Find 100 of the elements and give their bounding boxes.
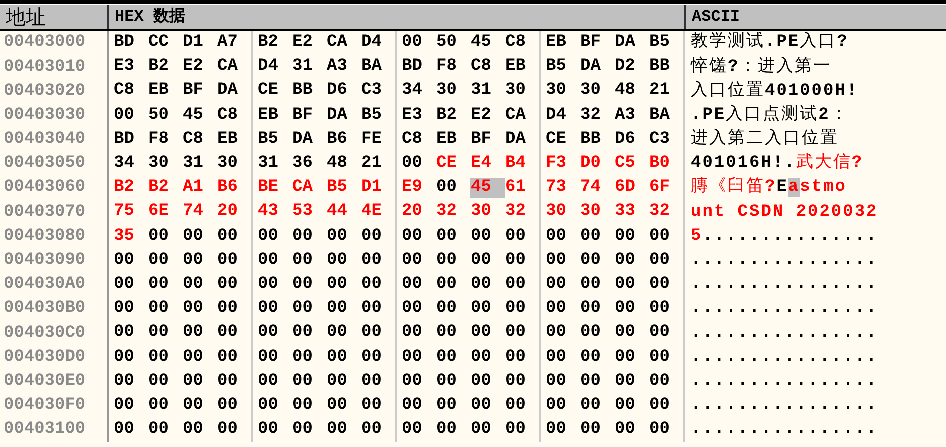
hex-byte: 00 bbox=[182, 348, 204, 368]
hex-byte: A3 bbox=[614, 106, 636, 126]
hex-byte: 36 bbox=[292, 154, 314, 174]
hex-byte: D6 bbox=[326, 81, 348, 102]
hex-byte: 45 bbox=[470, 178, 504, 198]
hex-byte: EB bbox=[257, 106, 280, 126]
hex-byte: 00 bbox=[648, 299, 671, 320]
hex-byte: 33 bbox=[614, 202, 636, 222]
hex-byte: 75 bbox=[113, 202, 136, 222]
hex-byte: B2 bbox=[113, 178, 136, 198]
hex-byte: B6 bbox=[326, 130, 348, 150]
hex-byte: 00 bbox=[292, 274, 314, 295]
hex-byte: 00 bbox=[216, 250, 239, 271]
hex-byte: 00 bbox=[292, 396, 314, 416]
hex-byte: 00 bbox=[470, 299, 492, 320]
hex-byte: 00 bbox=[648, 250, 671, 271]
hex-byte: 00 bbox=[436, 372, 458, 392]
hex-byte: 73 bbox=[545, 178, 568, 198]
hex-byte: DA bbox=[614, 33, 636, 54]
ascii-text: ................ bbox=[691, 348, 878, 367]
hex-byte: 00 bbox=[401, 226, 424, 247]
hex-byte: C3 bbox=[360, 81, 383, 102]
hex-byte: 00 bbox=[326, 226, 348, 247]
ascii-text: stmo bbox=[800, 178, 847, 198]
address-cell: 00403010 bbox=[0, 55, 109, 80]
hex-byte: 00 bbox=[545, 274, 568, 295]
hex-byte: D4 bbox=[545, 106, 568, 126]
ascii-text: E bbox=[776, 178, 788, 198]
ascii-text: 进入第二入口位置 bbox=[691, 130, 839, 150]
ascii-text: 5 bbox=[691, 226, 703, 246]
hex-byte: BF bbox=[580, 33, 602, 54]
hex-byte: D4 bbox=[257, 57, 280, 78]
hex-byte: 00 bbox=[182, 299, 204, 320]
hex-byte: EB bbox=[545, 33, 568, 54]
hex-byte: C8 bbox=[113, 81, 136, 102]
hex-byte: B5 bbox=[648, 33, 671, 54]
address-cell: 004030C0 bbox=[0, 321, 109, 346]
hex-byte: 00 bbox=[401, 154, 424, 174]
hex-byte: B2 bbox=[148, 57, 170, 78]
address-cell: 00403050 bbox=[0, 152, 109, 176]
hex-byte: 00 bbox=[470, 250, 492, 271]
hex-byte: 00 bbox=[182, 250, 204, 271]
hex-byte: 00 bbox=[257, 323, 280, 344]
hex-byte: D4 bbox=[360, 33, 383, 54]
hex-byte: F3 bbox=[545, 154, 568, 174]
hex-byte: 21 bbox=[360, 154, 383, 174]
hex-byte: BD bbox=[113, 33, 136, 54]
hex-byte: 00 bbox=[504, 274, 527, 295]
hex-byte: 00 bbox=[648, 226, 671, 247]
hex-byte: EB bbox=[436, 130, 458, 150]
hex-byte: 00 bbox=[401, 396, 424, 416]
hex-byte: 00 bbox=[470, 348, 492, 368]
hex-byte: 00 bbox=[257, 372, 280, 392]
hex-byte: EB bbox=[148, 81, 170, 102]
hex-byte: 00 bbox=[504, 420, 527, 440]
hex-byte: C3 bbox=[648, 130, 671, 150]
ascii-text: 入口位置401000H! bbox=[691, 82, 859, 101]
hex-byte: 00 bbox=[326, 274, 348, 295]
hex-byte: 00 bbox=[614, 250, 636, 271]
hex-byte: D6 bbox=[614, 130, 636, 150]
hex-byte: 00 bbox=[545, 372, 568, 392]
hex-byte: DA bbox=[326, 106, 348, 126]
ascii-text: 401016H!. bbox=[691, 154, 796, 174]
hex-byte: 00 bbox=[580, 226, 602, 247]
hex-byte: BA bbox=[648, 106, 671, 126]
hex-byte: 00 bbox=[360, 250, 383, 271]
hex-byte: 00 bbox=[401, 348, 424, 368]
hex-byte: 00 bbox=[614, 372, 636, 392]
hex-byte: 32 bbox=[580, 106, 602, 126]
hex-byte: 00 bbox=[545, 323, 568, 344]
column-header: HEX 数据 bbox=[109, 5, 686, 29]
hex-byte: 00 bbox=[401, 372, 424, 392]
hex-byte: 00 bbox=[648, 323, 671, 344]
hex-byte: 00 bbox=[148, 274, 170, 295]
hex-byte: BB bbox=[648, 57, 671, 78]
hex-byte: 00 bbox=[113, 323, 136, 344]
hex-byte: D1 bbox=[182, 33, 204, 54]
hex-byte: 00 bbox=[216, 420, 239, 440]
ascii-text: 教学测试.PE入口? bbox=[691, 33, 849, 52]
hex-byte: 00 bbox=[148, 250, 170, 271]
hex-byte: DA bbox=[292, 130, 314, 150]
hex-byte: 00 bbox=[326, 250, 348, 271]
hex-byte: BB bbox=[580, 130, 602, 150]
hex-byte: 00 bbox=[182, 274, 204, 295]
hex-byte: EB bbox=[504, 57, 527, 78]
hex-byte: 30 bbox=[504, 81, 527, 102]
ascii-text: ................ bbox=[691, 396, 878, 416]
hex-byte: 31 bbox=[292, 57, 314, 78]
hex-byte: 00 bbox=[470, 323, 492, 344]
hex-byte: 50 bbox=[148, 106, 170, 126]
hex-byte: 00 bbox=[504, 372, 527, 392]
hex-byte: 00 bbox=[182, 396, 204, 416]
hex-byte: 00 bbox=[216, 226, 239, 247]
hex-byte: E9 bbox=[401, 178, 424, 198]
hex-byte: 00 bbox=[326, 299, 348, 320]
ascii-text: .PE入口点测试2： bbox=[691, 106, 849, 125]
hex-byte: BE bbox=[257, 178, 280, 198]
hex-byte: 00 bbox=[545, 299, 568, 320]
hex-byte: 00 bbox=[360, 372, 383, 392]
hex-byte: F8 bbox=[436, 57, 458, 78]
